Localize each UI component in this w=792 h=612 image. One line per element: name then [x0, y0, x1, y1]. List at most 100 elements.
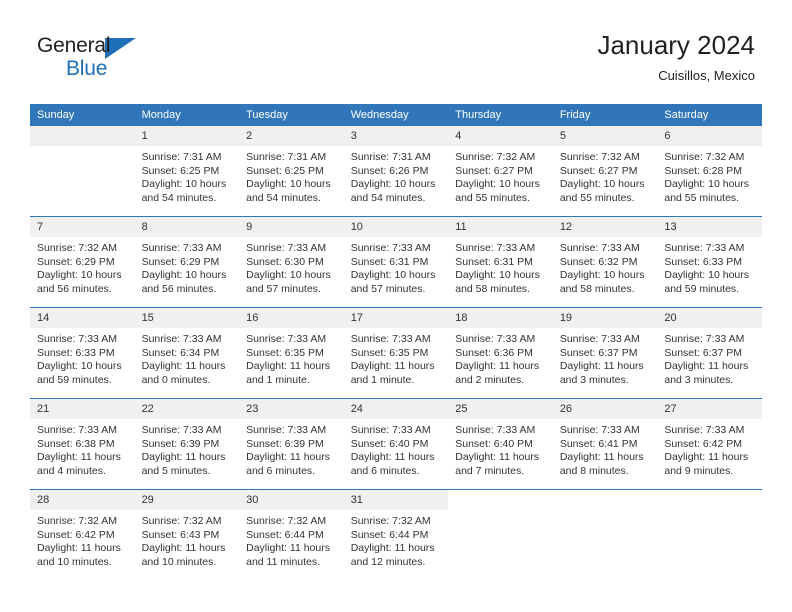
sunrise-text: Sunrise: 7:33 AM — [350, 333, 431, 345]
daylight-text-line1: Daylight: 11 hours — [37, 542, 121, 555]
calendar-day-cell[interactable]: 10 Sunrise: 7:33 AM Sunset: 6:31 PM Dayligh… — [343, 216, 449, 308]
daylight-text-line1: Daylight: 10 hours — [141, 269, 227, 282]
calendar-day-cell[interactable]: 28 Sunrise: 7:32 AM Sunset: 6:42 PM Dayligh… — [30, 489, 135, 580]
day-cell-inner: 3 Sunrise: 7:31 AM Sunset: 6:26 PM Daylight… — [343, 126, 449, 216]
sunrise-text: Sunrise: 7:33 AM — [664, 333, 745, 345]
calendar-day-cell[interactable]: 9 Sunrise: 7:33 AM Sunset: 6:30 PM Daylight… — [239, 216, 344, 308]
calendar-day-cell-empty — [30, 126, 135, 217]
day-number: 28 — [30, 490, 135, 510]
day-cell-inner: 10 Sunrise: 7:33 AM Sunset: 6:31 PM Dayligh… — [343, 217, 449, 307]
calendar-day-cell[interactable]: 23 Sunrise: 7:33 AM Sunset: 6:39 PM Dayligh… — [239, 398, 344, 490]
weekday-header-friday: Friday — [552, 104, 658, 126]
calendar-day-cell[interactable]: 20 Sunrise: 7:33 AM Sunset: 6:37 PM Dayligh… — [657, 307, 762, 399]
day-number: 7 — [30, 217, 135, 237]
calendar-day-cell[interactable]: 5 Sunrise: 7:32 AM Sunset: 6:27 PM Daylight… — [552, 126, 658, 217]
day-number: 15 — [134, 308, 240, 328]
weekday-header-saturday: Saturday — [657, 104, 762, 126]
daylight-text-line2: and 54 minutes. — [141, 191, 217, 204]
daylight-text-line1: Daylight: 10 hours — [664, 178, 750, 191]
day-details: Sunrise: 7:33 AM Sunset: 6:39 PM Daylight:… — [239, 419, 344, 478]
calendar-body: 1 Sunrise: 7:31 AM Sunset: 6:25 PM Daylight… — [30, 126, 762, 580]
calendar-day-cell[interactable]: 25 Sunrise: 7:33 AM Sunset: 6:40 PM Dayligh… — [448, 398, 553, 490]
day-cell-inner: 6 Sunrise: 7:32 AM Sunset: 6:28 PM Daylight… — [657, 126, 762, 216]
daylight-text-line2: and 12 minutes. — [350, 555, 426, 568]
day-details: Sunrise: 7:33 AM Sunset: 6:31 PM Daylight:… — [344, 237, 449, 296]
sunset-text: Sunset: 6:44 PM — [246, 528, 324, 541]
calendar-day-cell[interactable]: 14 Sunrise: 7:33 AM Sunset: 6:33 PM Dayligh… — [30, 307, 135, 399]
day-number: 23 — [239, 399, 344, 419]
sunset-text: Sunset: 6:39 PM — [246, 437, 324, 450]
calendar-day-cell[interactable]: 26 Sunrise: 7:33 AM Sunset: 6:41 PM Dayligh… — [552, 398, 658, 490]
day-cell-inner — [553, 490, 658, 580]
calendar-week-row: 1 Sunrise: 7:31 AM Sunset: 6:25 PM Daylight… — [30, 126, 762, 217]
day-cell-inner: 8 Sunrise: 7:33 AM Sunset: 6:29 PM Daylight… — [134, 217, 240, 307]
sunrise-text: Sunrise: 7:33 AM — [246, 242, 327, 254]
weekday-header-monday: Monday — [134, 104, 240, 126]
daylight-text-line2: and 10 minutes. — [141, 555, 217, 568]
calendar-day-cell[interactable]: 22 Sunrise: 7:33 AM Sunset: 6:39 PM Dayligh… — [134, 398, 240, 490]
daylight-text-line1: Daylight: 11 hours — [350, 360, 435, 373]
calendar-day-cell[interactable]: 17 Sunrise: 7:33 AM Sunset: 6:35 PM Dayligh… — [343, 307, 449, 399]
calendar-day-cell[interactable]: 6 Sunrise: 7:32 AM Sunset: 6:28 PM Daylight… — [657, 126, 762, 217]
calendar-day-cell[interactable]: 30 Sunrise: 7:32 AM Sunset: 6:44 PM Dayligh… — [239, 489, 344, 580]
calendar-day-cell[interactable]: 21 Sunrise: 7:33 AM Sunset: 6:38 PM Dayligh… — [30, 398, 135, 490]
calendar-day-cell[interactable]: 1 Sunrise: 7:31 AM Sunset: 6:25 PM Daylight… — [134, 126, 240, 217]
calendar-day-cell[interactable]: 19 Sunrise: 7:33 AM Sunset: 6:37 PM Dayligh… — [552, 307, 658, 399]
sunrise-text: Sunrise: 7:32 AM — [455, 151, 536, 163]
brand-logo[interactable]: General Blue — [37, 35, 136, 79]
calendar-day-cell[interactable]: 4 Sunrise: 7:32 AM Sunset: 6:27 PM Daylight… — [448, 126, 553, 217]
sunset-text: Sunset: 6:34 PM — [141, 346, 220, 359]
sunrise-text: Sunrise: 7:33 AM — [37, 333, 117, 345]
daylight-text-line2: and 11 minutes. — [246, 555, 321, 568]
calendar-day-cell[interactable]: 8 Sunrise: 7:33 AM Sunset: 6:29 PM Daylight… — [134, 216, 240, 308]
calendar-week-row: 21 Sunrise: 7:33 AM Sunset: 6:38 PM Dayligh… — [30, 398, 762, 490]
calendar-day-cell[interactable]: 12 Sunrise: 7:33 AM Sunset: 6:32 PM Dayligh… — [552, 216, 658, 308]
calendar-day-cell[interactable]: 2 Sunrise: 7:31 AM Sunset: 6:25 PM Daylight… — [239, 126, 344, 217]
calendar-day-cell[interactable]: 16 Sunrise: 7:33 AM Sunset: 6:35 PM Dayligh… — [239, 307, 344, 399]
sunset-text: Sunset: 6:29 PM — [37, 255, 115, 268]
day-details: Sunrise: 7:33 AM Sunset: 6:36 PM Daylight:… — [448, 328, 553, 387]
calendar-day-cell[interactable]: 27 Sunrise: 7:33 AM Sunset: 6:42 PM Dayligh… — [657, 398, 762, 490]
calendar-day-cell[interactable]: 29 Sunrise: 7:32 AM Sunset: 6:43 PM Dayligh… — [134, 489, 240, 580]
calendar-day-cell[interactable]: 3 Sunrise: 7:31 AM Sunset: 6:26 PM Daylight… — [343, 126, 449, 217]
calendar-day-cell[interactable]: 11 Sunrise: 7:33 AM Sunset: 6:31 PM Dayligh… — [448, 216, 553, 308]
sunset-text: Sunset: 6:35 PM — [350, 346, 429, 359]
brand-name-top-row: General — [37, 35, 136, 59]
daylight-text-line1: Daylight: 10 hours — [350, 269, 436, 282]
daylight-text-line2: and 2 minutes. — [455, 373, 525, 386]
day-number — [30, 126, 135, 146]
day-cell-inner: 24 Sunrise: 7:33 AM Sunset: 6:40 PM Dayligh… — [343, 399, 449, 489]
calendar-day-cell[interactable]: 31 Sunrise: 7:32 AM Sunset: 6:44 PM Dayligh… — [343, 489, 449, 580]
daylight-text-line1: Daylight: 10 hours — [559, 178, 645, 191]
day-details: Sunrise: 7:33 AM Sunset: 6:29 PM Daylight:… — [135, 237, 240, 296]
calendar-day-cell-empty — [448, 489, 553, 580]
day-number: 19 — [552, 308, 658, 328]
daylight-text-line1: Daylight: 10 hours — [350, 178, 436, 191]
weekday-header-tuesday: Tuesday — [239, 104, 344, 126]
day-cell-inner: 14 Sunrise: 7:33 AM Sunset: 6:33 PM Dayligh… — [30, 308, 135, 398]
daylight-text-line2: and 6 minutes. — [246, 464, 316, 477]
day-cell-inner: 19 Sunrise: 7:33 AM Sunset: 6:37 PM Dayligh… — [552, 308, 658, 398]
sunset-text: Sunset: 6:30 PM — [246, 255, 324, 268]
daylight-text-line1: Daylight: 11 hours — [350, 542, 435, 555]
calendar-day-cell[interactable]: 18 Sunrise: 7:33 AM Sunset: 6:36 PM Dayligh… — [448, 307, 553, 399]
daylight-text-line2: and 7 minutes. — [455, 464, 525, 477]
sunset-text: Sunset: 6:40 PM — [455, 437, 533, 450]
sunset-text: Sunset: 6:31 PM — [455, 255, 533, 268]
calendar-day-cell[interactable]: 24 Sunrise: 7:33 AM Sunset: 6:40 PM Dayligh… — [343, 398, 449, 490]
sunset-text: Sunset: 6:40 PM — [350, 437, 429, 450]
daylight-text-line2: and 3 minutes. — [559, 373, 629, 386]
calendar-day-cell[interactable]: 7 Sunrise: 7:32 AM Sunset: 6:29 PM Daylight… — [30, 216, 135, 308]
calendar-day-cell[interactable]: 13 Sunrise: 7:33 AM Sunset: 6:33 PM Dayligh… — [657, 216, 762, 308]
day-details: Sunrise: 7:32 AM Sunset: 6:29 PM Daylight:… — [30, 237, 135, 296]
daylight-text-line2: and 1 minute. — [350, 373, 415, 386]
sunset-text: Sunset: 6:36 PM — [455, 346, 533, 359]
sunrise-text: Sunrise: 7:33 AM — [664, 242, 745, 254]
sunrise-text: Sunrise: 7:32 AM — [664, 151, 745, 163]
daylight-text-line1: Daylight: 10 hours — [37, 360, 122, 373]
calendar-day-cell[interactable]: 15 Sunrise: 7:33 AM Sunset: 6:34 PM Dayligh… — [134, 307, 240, 399]
day-number: 17 — [343, 308, 449, 328]
day-cell-inner: 28 Sunrise: 7:32 AM Sunset: 6:42 PM Dayligh… — [30, 490, 135, 580]
daylight-text-line2: and 58 minutes. — [455, 282, 530, 295]
weekday-header-thursday: Thursday — [448, 104, 553, 126]
